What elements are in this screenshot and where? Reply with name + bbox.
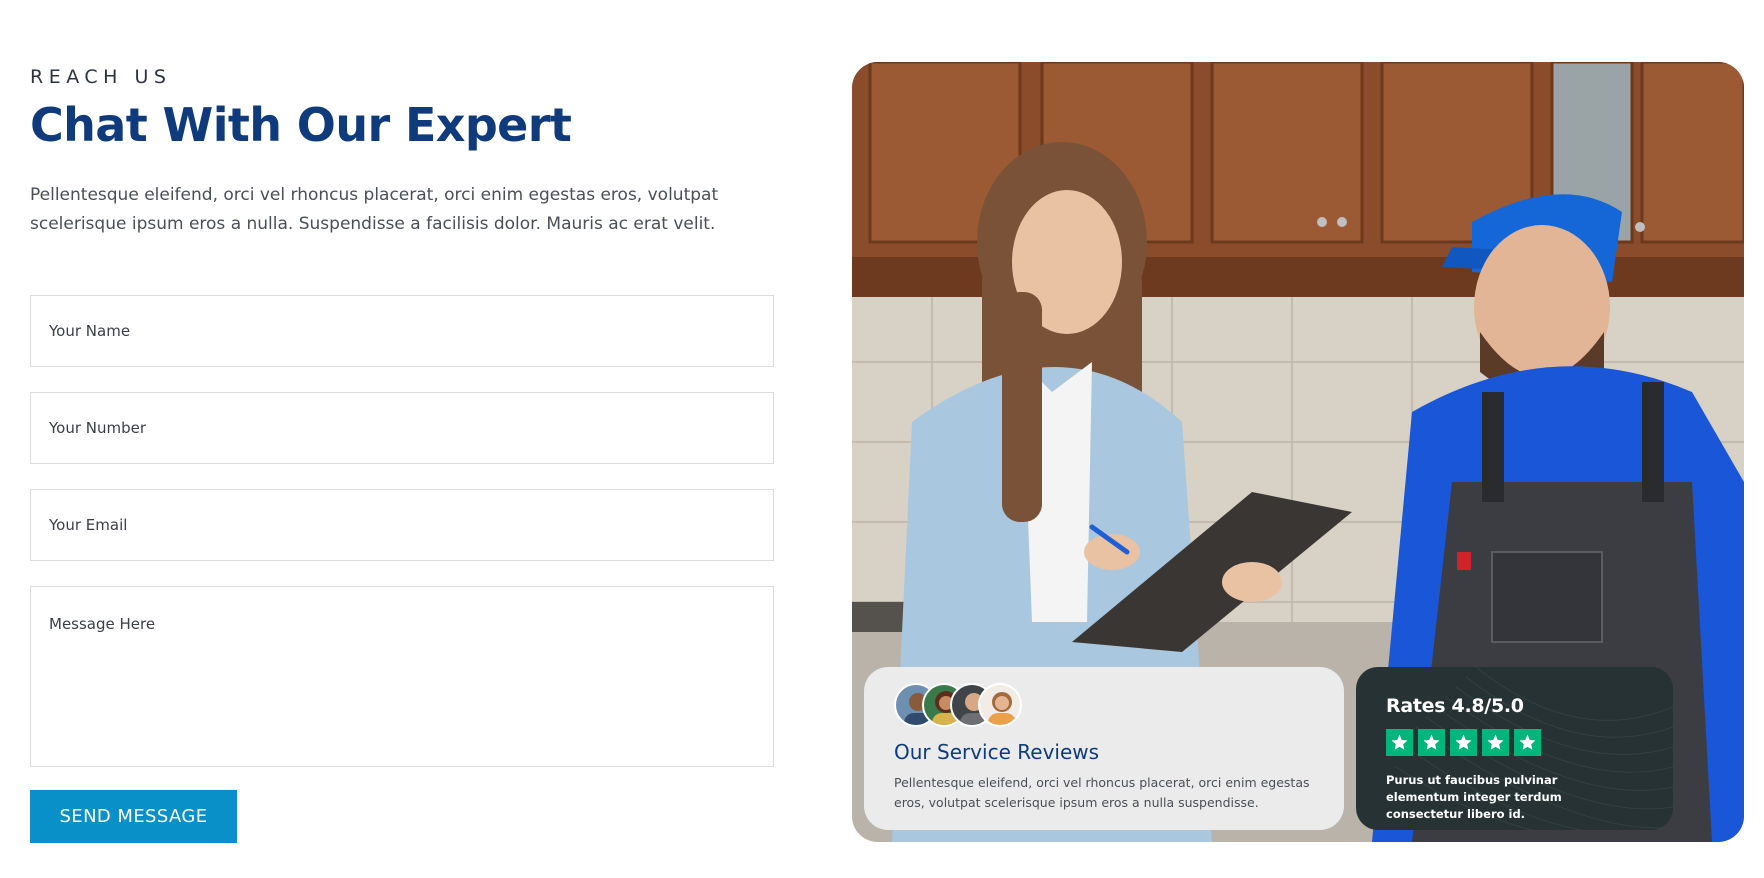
rating-card: Rates 4.8/5.0 Purus ut faucibus pulvinar… xyxy=(1356,667,1673,830)
name-field[interactable] xyxy=(30,295,774,367)
avatar xyxy=(978,683,1022,727)
star-icon xyxy=(1514,729,1541,756)
reviews-text: Pellentesque eleifend, orci vel rhoncus … xyxy=(894,775,1310,810)
service-reviews-card: Our Service Reviews Pellentesque eleifen… xyxy=(864,667,1344,830)
section-description: Pellentesque eleifend, orci vel rhoncus … xyxy=(30,185,719,234)
star-icon xyxy=(1450,729,1477,756)
rating-text: Purus ut faucibus pulvinar elementum int… xyxy=(1386,773,1562,821)
reviews-title: Our Service Reviews xyxy=(894,740,1100,764)
star-icon xyxy=(1386,729,1413,756)
section-eyebrow: REACH US xyxy=(30,66,172,88)
star-icon xyxy=(1418,729,1445,756)
contact-section: REACH US Chat With Our Expert Pellentesq… xyxy=(0,0,1764,878)
email-field[interactable] xyxy=(30,489,774,561)
page-title: Chat With Our Expert xyxy=(30,98,572,152)
star-icon xyxy=(1482,729,1509,756)
send-message-button[interactable]: SEND MESSAGE xyxy=(30,790,237,843)
number-field[interactable] xyxy=(30,392,774,464)
rating-title: Rates 4.8/5.0 xyxy=(1386,695,1524,717)
rating-stars xyxy=(1386,729,1541,756)
message-field[interactable] xyxy=(30,586,774,767)
